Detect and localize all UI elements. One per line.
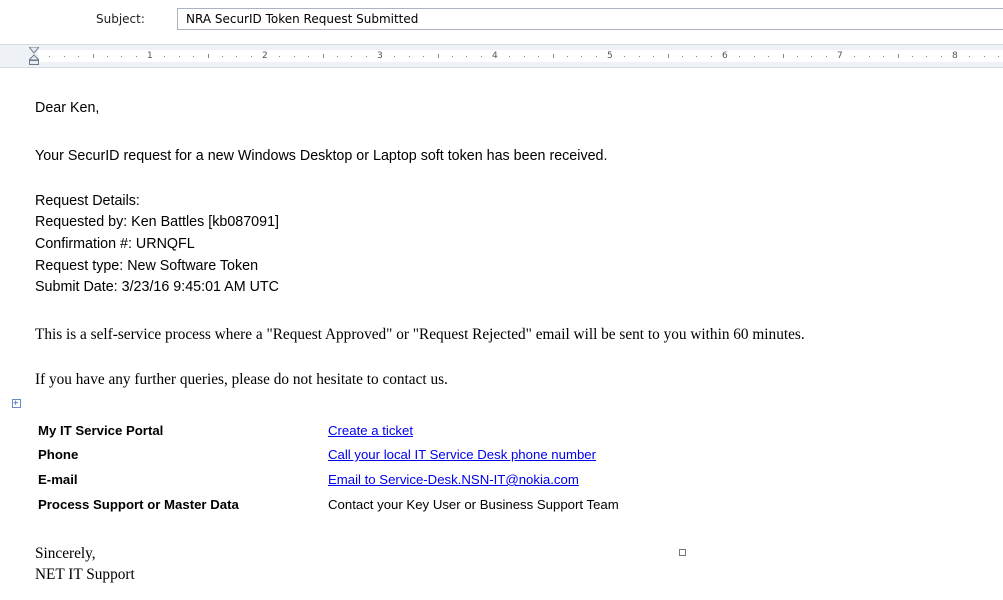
indent-marker-icon[interactable] bbox=[29, 47, 39, 65]
contact-label: My IT Service Portal bbox=[38, 423, 164, 438]
table-move-handle-icon[interactable] bbox=[12, 399, 21, 408]
subject-label: Subject: bbox=[96, 12, 145, 26]
subject-field[interactable]: NRA SecurID Token Request Submitted bbox=[177, 8, 1003, 30]
ruler-dot bbox=[394, 56, 396, 57]
ruler-dot bbox=[408, 56, 410, 57]
ruler-dot bbox=[681, 56, 683, 57]
ruler-tick bbox=[207, 54, 209, 58]
ruler-dot bbox=[998, 56, 1000, 57]
contact-label: E-mail bbox=[38, 472, 78, 487]
ruler-tick bbox=[667, 54, 669, 58]
ruler-number: 3 bbox=[377, 51, 383, 61]
ruler-number: 7 bbox=[837, 51, 843, 61]
ruler-dot bbox=[250, 56, 252, 57]
requested-by: Requested by: Ken Battles [kb087091] bbox=[35, 214, 280, 230]
ruler-dot bbox=[63, 56, 65, 57]
ruler-tick bbox=[897, 54, 899, 58]
create-ticket-link[interactable]: Create a ticket bbox=[328, 423, 413, 438]
ruler-dot bbox=[466, 56, 468, 57]
ruler-number: 6 bbox=[722, 51, 728, 61]
ruler-number: 1 bbox=[147, 51, 153, 61]
queries-note: If you have any further queries, please … bbox=[35, 371, 448, 388]
ruler-dot bbox=[193, 56, 195, 57]
ruler-dot bbox=[883, 56, 885, 57]
horizontal-ruler[interactable]: 1 2 3 4 5 6 7 8 bbox=[0, 44, 1003, 68]
ruler-dot bbox=[911, 56, 913, 57]
ruler-dot bbox=[308, 56, 310, 57]
submit-date: Submit Date: 3/23/16 9:45:01 AM UTC bbox=[35, 279, 279, 295]
ruler-dot bbox=[796, 56, 798, 57]
signature: NET IT Support bbox=[35, 566, 135, 583]
closing: Sincerely, bbox=[35, 545, 96, 562]
ruler-tick bbox=[322, 54, 324, 58]
ruler-dot bbox=[49, 56, 51, 57]
ruler-dot bbox=[538, 56, 540, 57]
ruler-tick bbox=[552, 54, 554, 58]
details-heading: Request Details: bbox=[35, 193, 140, 209]
ruler-dot bbox=[969, 56, 971, 57]
ruler-dot bbox=[236, 56, 238, 57]
ruler-dot bbox=[178, 56, 180, 57]
ruler-dot bbox=[739, 56, 741, 57]
ruler-dot bbox=[121, 56, 123, 57]
phone-number-link[interactable]: Call your local IT Service Desk phone nu… bbox=[328, 447, 596, 462]
ruler-dot bbox=[135, 56, 137, 57]
ruler-dot bbox=[279, 56, 281, 57]
ruler-number: 2 bbox=[262, 51, 268, 61]
ruler-dot bbox=[566, 56, 568, 57]
ruler-dot bbox=[768, 56, 770, 57]
ruler-tick bbox=[92, 54, 94, 58]
ruler-number: 8 bbox=[952, 51, 958, 61]
contact-label: Phone bbox=[38, 447, 79, 462]
ruler-dot bbox=[336, 56, 338, 57]
ruler-dot bbox=[653, 56, 655, 57]
ruler-dot bbox=[293, 56, 295, 57]
ruler-dot bbox=[825, 56, 827, 57]
ruler-dot bbox=[638, 56, 640, 57]
ruler-tick bbox=[782, 54, 784, 58]
ruler-dot bbox=[868, 56, 870, 57]
ruler-dot bbox=[926, 56, 928, 57]
ruler-dot bbox=[710, 56, 712, 57]
intro-text: Your SecurID request for a new Windows D… bbox=[35, 148, 608, 164]
ruler-dot bbox=[983, 56, 985, 57]
ruler-dot bbox=[581, 56, 583, 57]
ruler-dot bbox=[595, 56, 597, 57]
ruler-dot bbox=[753, 56, 755, 57]
ruler-dot bbox=[854, 56, 856, 57]
ruler-dot bbox=[221, 56, 223, 57]
confirmation-number: Confirmation #: URNQFL bbox=[35, 236, 195, 252]
ruler-number: 4 bbox=[492, 51, 498, 61]
resize-handle-icon[interactable] bbox=[679, 549, 686, 556]
greeting: Dear Ken, bbox=[35, 100, 100, 116]
ruler-dot bbox=[696, 56, 698, 57]
ruler-dot bbox=[480, 56, 482, 57]
ruler-dot bbox=[423, 56, 425, 57]
process-note: This is a self-service process where a "… bbox=[35, 326, 805, 343]
ruler-dot bbox=[624, 56, 626, 57]
ruler-dot bbox=[164, 56, 166, 57]
ruler-number: 5 bbox=[607, 51, 613, 61]
ruler-dot bbox=[351, 56, 353, 57]
ruler-dot bbox=[523, 56, 525, 57]
contact-label: Process Support or Master Data bbox=[38, 497, 239, 512]
subject-bar: Subject: NRA SecurID Token Request Submi… bbox=[0, 0, 1003, 38]
ruler-dot bbox=[451, 56, 453, 57]
email-link[interactable]: Email to Service-Desk.NSN-IT@nokia.com bbox=[328, 472, 579, 487]
ruler-tick bbox=[437, 54, 439, 58]
ruler-dot bbox=[78, 56, 80, 57]
ruler-dot bbox=[940, 56, 942, 57]
ruler-dot bbox=[811, 56, 813, 57]
request-type: Request type: New Software Token bbox=[35, 258, 259, 274]
ruler-dot bbox=[509, 56, 511, 57]
ruler-band bbox=[38, 50, 1003, 62]
ruler-dot bbox=[365, 56, 367, 57]
ruler-dot bbox=[106, 56, 108, 57]
business-support-text: Contact your Key User or Business Suppor… bbox=[328, 497, 619, 512]
